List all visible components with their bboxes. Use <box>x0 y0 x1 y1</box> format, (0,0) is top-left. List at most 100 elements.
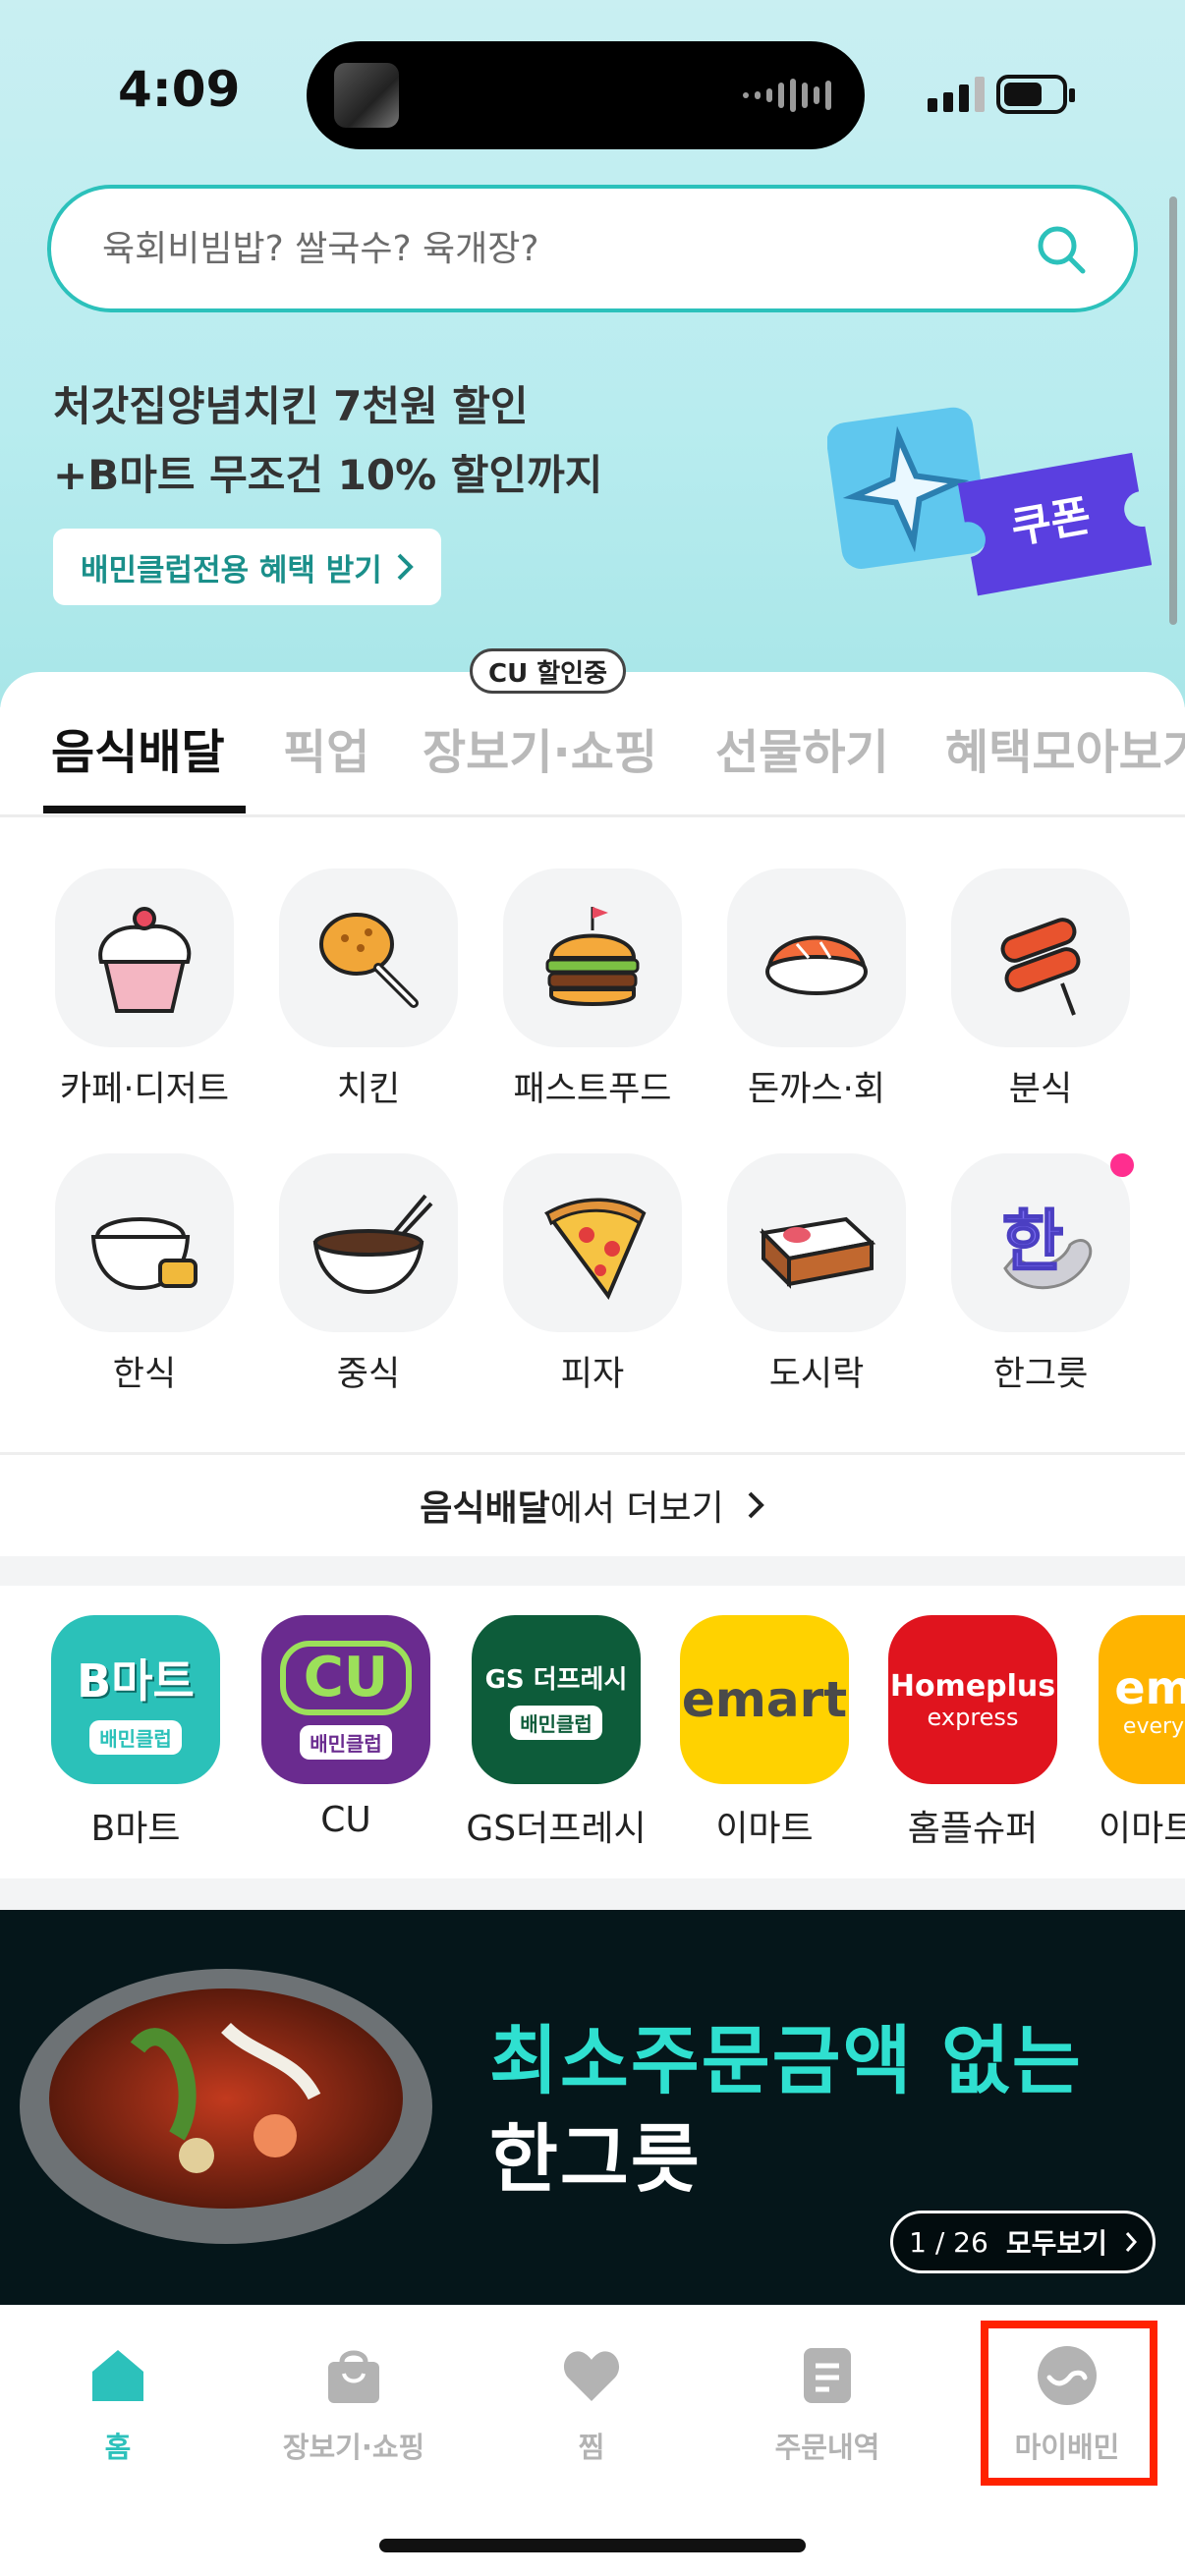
bmart-logo-text: B마트 <box>77 1653 195 1708</box>
homeplus-logo-text: Homeplus <box>889 1668 1056 1704</box>
rice-bowl-icon <box>90 1217 198 1291</box>
banner-title-line1: 최소주문금액 없는 <box>489 2017 1083 2104</box>
homeplus-logo-sub: express <box>927 1703 1019 1731</box>
scrollbar[interactable] <box>1169 196 1177 625</box>
search-input[interactable] <box>102 189 987 308</box>
noodle-icon <box>312 1194 433 1295</box>
home-indicator[interactable] <box>379 2539 806 2552</box>
tab-gift[interactable]: 선물하기 <box>715 713 889 782</box>
banner-page-indicator: 1 / 26 <box>909 2225 988 2259</box>
category-fastfood[interactable]: 패스트푸드 <box>499 868 686 1111</box>
search-icon[interactable] <box>1034 222 1089 277</box>
category-bunsik[interactable]: 분식 <box>947 868 1134 1111</box>
notification-dot <box>1110 1153 1134 1177</box>
highlight-box <box>981 2321 1157 2486</box>
store-bmart[interactable]: B마트 배민클럽 B마트 <box>37 1615 234 1851</box>
emart-logo-text: emart <box>681 1671 848 1728</box>
nav-label: 장보기·쇼핑 <box>282 2431 425 2464</box>
category-porkcutlet-sashimi[interactable]: 돈까스·회 <box>723 868 910 1111</box>
tab-shopping[interactable]: 장보기·쇼핑 <box>423 713 657 782</box>
category-label: 한그릇 <box>992 1355 1089 1394</box>
store-label: 이마트 <box>715 1809 814 1849</box>
category-chinese[interactable]: 중식 <box>275 1153 462 1396</box>
active-tab-indicator <box>43 806 246 813</box>
search-bar[interactable] <box>47 185 1138 312</box>
club-benefit-button[interactable]: 배민클럽전용 혜택 받기 <box>53 529 441 605</box>
nav-home[interactable]: 홈 <box>20 2344 216 2466</box>
sushi-icon <box>765 935 868 995</box>
store-label: CU <box>320 1800 371 1840</box>
order-list-icon <box>804 2348 851 2403</box>
promo-headline-2: +B마트 무조건 10% 할인까지 <box>53 451 603 499</box>
tab-food-delivery[interactable]: 음식배달 <box>51 713 225 782</box>
store-label: B마트 <box>90 1809 181 1849</box>
category-lunchbox[interactable]: 도시락 <box>723 1153 910 1396</box>
dynamic-island <box>307 41 865 149</box>
chicken-icon <box>319 913 419 1008</box>
category-label: 패스트푸드 <box>513 1070 672 1109</box>
store-label: GS더프레시 <box>466 1809 647 1849</box>
promo-banner[interactable]: 최소주문금액 없는 한그릇 1 / 26 모두보기 <box>0 1910 1185 2305</box>
store-cu[interactable]: CU 배민클럽 CU <box>248 1615 444 1840</box>
chevron-right-icon <box>397 553 414 581</box>
hangureut-glyph: 한 <box>1002 1204 1064 1281</box>
promo-headline-1: 처갓집양념치킨 7천원 할인 <box>53 382 529 430</box>
category-chicken[interactable]: 치킨 <box>275 868 462 1111</box>
nav-favorites[interactable]: 찜 <box>493 2344 690 2466</box>
tab-pickup[interactable]: 픽업 <box>283 713 369 782</box>
gs-logo-text: GS 더프레시 <box>484 1665 628 1695</box>
store-emart-everyday[interactable]: em every 이마트 <box>1085 1615 1185 1851</box>
category-label: 분식 <box>1008 1070 1073 1109</box>
nav-label: 홈 <box>104 2431 132 2464</box>
cellular-signal-icon <box>928 77 985 112</box>
store-emart[interactable]: emart 이마트 <box>666 1615 863 1851</box>
heart-icon <box>563 2351 620 2401</box>
nav-shopping[interactable]: 장보기·쇼핑 <box>255 2344 452 2466</box>
food-delivery-more-link[interactable]: 음식배달 에서 더보기 <box>0 1452 1185 1554</box>
baemin-club-pill: 배민클럽 <box>89 1719 182 1755</box>
section-divider <box>0 1556 1185 1586</box>
store-label: 홈플슈퍼 <box>907 1809 1039 1849</box>
chevron-right-icon <box>1125 2232 1137 2252</box>
store-gs-thefresh[interactable]: GS 더프레시 배민클럽 GS더프레시 <box>458 1615 654 1851</box>
banner-view-all-label: 모두보기 <box>1005 2227 1107 2260</box>
hangureut-icon: 한 <box>1001 1203 1093 1290</box>
lunchbox-icon <box>759 1216 876 1289</box>
cupcake-icon <box>98 907 192 1013</box>
club-benefit-label: 배민클럽전용 혜택 받기 <box>81 552 382 588</box>
tteokbokki-icon <box>1000 918 1081 1016</box>
category-label: 치킨 <box>336 1070 401 1109</box>
baemin-club-pill: 배민클럽 <box>510 1706 602 1740</box>
category-pizza[interactable]: 피자 <box>499 1153 686 1396</box>
pizza-icon <box>544 1198 647 1300</box>
baemin-club-pill: 배민클럽 <box>300 1724 392 1760</box>
more-link-bold: 음식배달 <box>420 1487 550 1529</box>
category-korean[interactable]: 한식 <box>51 1153 238 1396</box>
emart-everyday-logo-text: em <box>1114 1660 1185 1714</box>
nav-orders[interactable]: 주문내역 <box>729 2344 926 2466</box>
category-cafe-dessert[interactable]: 카페·디저트 <box>51 868 238 1111</box>
store-homeplus[interactable]: Homeplus express 홈플슈퍼 <box>875 1615 1071 1851</box>
store-label: 이마트 <box>1099 1809 1185 1849</box>
banner-title-line2: 한그릇 <box>489 2115 702 2203</box>
cu-discount-badge: CU 할인중 <box>470 648 627 694</box>
category-tabs: 음식배달 픽업 장보기·쇼핑 선물하기 혜택모아보기 <box>0 700 1185 817</box>
home-icon <box>92 2350 143 2401</box>
category-label: 카페·디저트 <box>59 1070 230 1109</box>
shopping-bag-icon <box>328 2350 379 2403</box>
category-label: 돈까스·회 <box>748 1070 885 1109</box>
banner-view-all-button[interactable]: 1 / 26 모두보기 <box>890 2211 1156 2273</box>
nav-label: 주문내역 <box>774 2431 880 2464</box>
food-pot-image <box>20 1969 432 2244</box>
burger-icon <box>545 907 640 1006</box>
category-label: 중식 <box>336 1355 401 1394</box>
tab-benefits[interactable]: 혜택모아보기 <box>945 713 1185 782</box>
status-time: 4:09 <box>118 61 241 118</box>
category-label: 피자 <box>560 1355 625 1394</box>
emart-everyday-logo-sub: every <box>1122 1713 1185 1739</box>
category-hangureut[interactable]: 한 한그릇 <box>947 1153 1134 1396</box>
category-label: 한식 <box>112 1355 177 1394</box>
coupon-illustration[interactable]: 쿠폰 <box>827 397 1152 603</box>
cu-logo-text: CU <box>279 1640 413 1715</box>
more-link-rest: 에서 더보기 <box>549 1487 724 1529</box>
